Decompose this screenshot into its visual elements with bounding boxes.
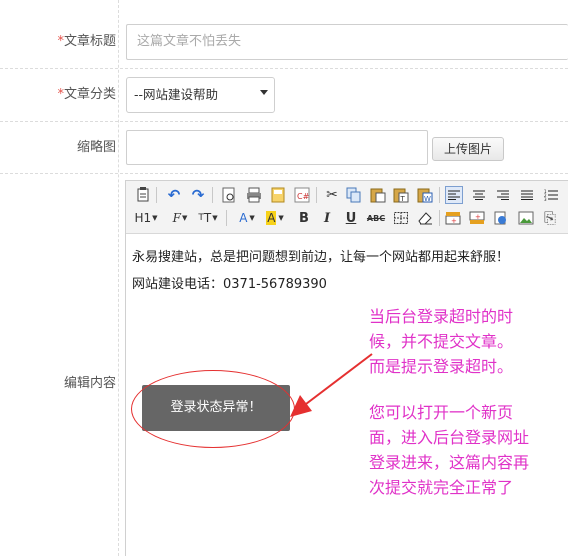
annotation-line: 登录进来，这篇内容再 <box>369 453 530 472</box>
annotation-line: 您可以打开一个新页 <box>369 403 514 422</box>
annotation-note-a: 当后台登录超时的时 候，并不提交文章。 而是提示登录超时。 <box>369 304 568 379</box>
annotation-line: 而是提示登录超时。 <box>369 357 514 376</box>
annotation-line: 当后台登录超时的时 <box>369 307 514 326</box>
annotation-note-b: 您可以打开一个新页 面，进入后台登录网址 登录进来，这篇内容再 次提交就完全正常… <box>369 400 568 500</box>
annotation-line: 面，进入后台登录网址 <box>369 428 530 447</box>
annotation-line: 次提交就完全正常了 <box>369 478 514 497</box>
annotation-line: 候，并不提交文章。 <box>369 332 514 351</box>
